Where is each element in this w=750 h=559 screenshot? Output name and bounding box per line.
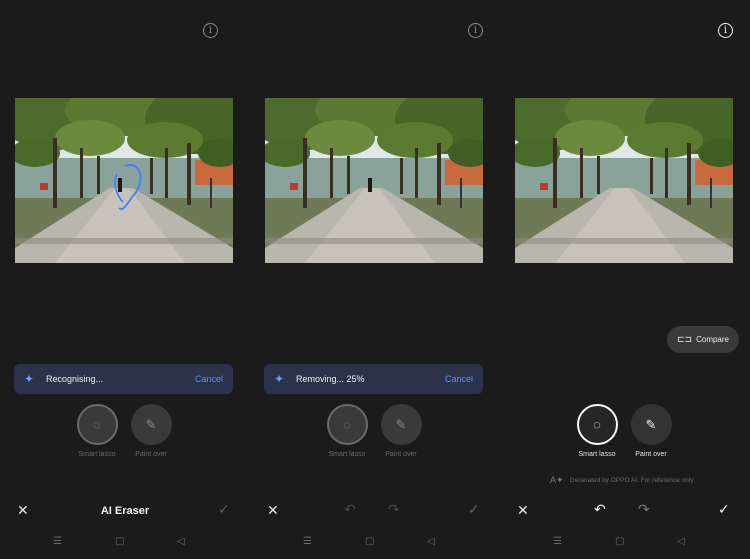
cancel-button[interactable]: Cancel bbox=[195, 374, 223, 384]
page-title: AI Eraser bbox=[100, 505, 150, 517]
recognising-banner: ✦ Recognising... Cancel bbox=[14, 364, 233, 394]
panel-removing: i ✦ Removing... 25% Cancel ◌ Smart lasso… bbox=[250, 0, 500, 559]
info-icon[interactable]: i bbox=[468, 23, 483, 38]
home-icon[interactable]: ▢ bbox=[615, 536, 624, 547]
system-nav-bar: ☰ ▢ ◁ bbox=[250, 536, 500, 552]
paint-over-label: Paint over bbox=[385, 451, 417, 458]
back-icon[interactable]: ◁ bbox=[177, 536, 185, 547]
park-photo bbox=[15, 98, 233, 263]
compare-icon: ⊏⊐ bbox=[677, 334, 693, 344]
paint-over-label: Paint over bbox=[635, 451, 667, 458]
paint-over-icon: ✎ bbox=[130, 404, 172, 445]
photo-preview[interactable] bbox=[265, 98, 483, 263]
panel-recognising: i ✦ Recognising... Cancel ◌ Smart lasso … bbox=[0, 0, 250, 559]
smart-lasso-tool[interactable]: ◌ Smart lasso bbox=[575, 404, 619, 458]
close-icon[interactable]: ✕ bbox=[517, 502, 529, 519]
ai-disclaimer: A✦ Generated by OPPO AI. For reference o… bbox=[550, 475, 695, 486]
smart-lasso-icon: ◌ bbox=[576, 404, 618, 445]
ai-icon: A✦ bbox=[550, 475, 564, 485]
menu-icon[interactable]: ☰ bbox=[53, 536, 62, 547]
bottom-toolbar: ✕ AI Eraser ✓ bbox=[0, 498, 250, 524]
sparkle-icon: ✦ bbox=[274, 372, 285, 386]
paint-over-tool[interactable]: ✎ Paint over bbox=[379, 404, 423, 458]
park-photo bbox=[265, 98, 483, 263]
cancel-button[interactable]: Cancel bbox=[445, 374, 473, 384]
system-nav-bar: ☰ ▢ ◁ bbox=[0, 536, 250, 552]
system-nav-bar: ☰ ▢ ◁ bbox=[500, 536, 750, 552]
paint-over-icon: ✎ bbox=[630, 404, 672, 445]
undo-icon[interactable]: ↶ bbox=[344, 501, 356, 518]
menu-icon[interactable]: ☰ bbox=[553, 536, 562, 547]
paint-over-label: Paint over bbox=[135, 451, 167, 458]
paint-over-tool[interactable]: ✎ Paint over bbox=[629, 404, 673, 458]
bottom-toolbar: ✕ ↶ ↷ ✓ bbox=[250, 498, 500, 524]
smart-lasso-tool[interactable]: ◌ Smart lasso bbox=[325, 404, 369, 458]
back-icon[interactable]: ◁ bbox=[677, 536, 685, 547]
photo-preview[interactable] bbox=[15, 98, 233, 263]
banner-status: Removing... 25% bbox=[296, 374, 365, 384]
person-figure bbox=[368, 178, 372, 192]
back-icon[interactable]: ◁ bbox=[427, 536, 435, 547]
undo-icon[interactable]: ↶ bbox=[594, 501, 606, 518]
person-figure bbox=[118, 178, 122, 192]
paint-over-tool[interactable]: ✎ Paint over bbox=[129, 404, 173, 458]
close-icon[interactable]: ✕ bbox=[267, 502, 279, 519]
compare-label: Compare bbox=[696, 335, 729, 344]
smart-lasso-icon: ◌ bbox=[326, 404, 368, 445]
disclaimer-text: Generated by OPPO AI. For reference only… bbox=[569, 477, 695, 484]
compare-button[interactable]: ⊏⊐ Compare bbox=[667, 326, 739, 353]
info-icon[interactable]: i bbox=[203, 23, 218, 38]
removing-banner: ✦ Removing... 25% Cancel bbox=[264, 364, 483, 394]
check-icon[interactable]: ✓ bbox=[218, 501, 230, 518]
home-icon[interactable]: ▢ bbox=[115, 536, 124, 547]
menu-icon[interactable]: ☰ bbox=[303, 536, 312, 547]
check-icon[interactable]: ✓ bbox=[468, 501, 480, 518]
home-icon[interactable]: ▢ bbox=[365, 536, 374, 547]
check-icon[interactable]: ✓ bbox=[718, 501, 730, 518]
paint-over-icon: ✎ bbox=[380, 404, 422, 445]
smart-lasso-tool[interactable]: ◌ Smart lasso bbox=[75, 404, 119, 458]
redo-icon[interactable]: ↷ bbox=[388, 501, 400, 518]
photo-preview[interactable] bbox=[515, 98, 733, 263]
redo-icon[interactable]: ↷ bbox=[638, 501, 650, 518]
info-icon[interactable]: i bbox=[718, 23, 733, 38]
smart-lasso-icon: ◌ bbox=[76, 404, 118, 445]
banner-status: Recognising... bbox=[46, 374, 104, 384]
bottom-toolbar: ✕ ↶ ↷ ✓ bbox=[500, 498, 750, 524]
park-photo-erased bbox=[515, 98, 733, 263]
sparkle-icon: ✦ bbox=[24, 372, 35, 386]
